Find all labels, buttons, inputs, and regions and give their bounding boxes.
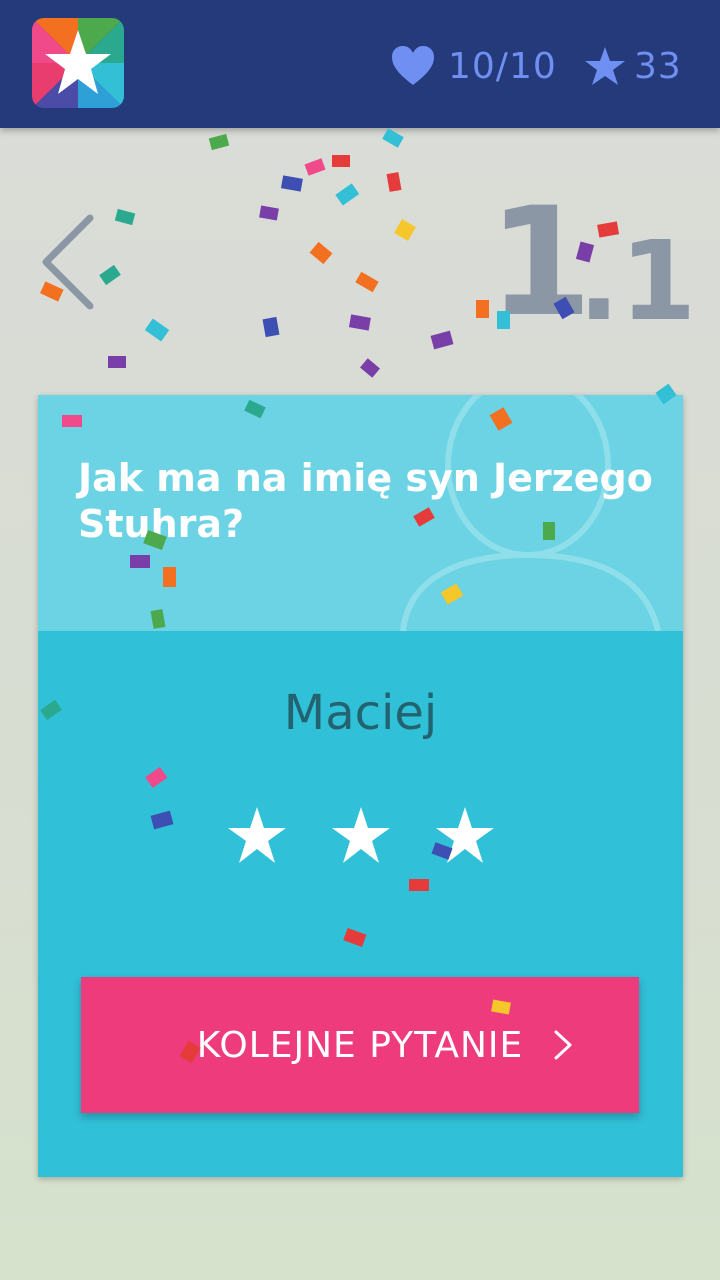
star-icon: [585, 47, 625, 85]
rating-star-icon: [227, 807, 286, 863]
question-text: Jak ma na imię syn Jerzego Stuhra?: [78, 456, 653, 546]
answer-text: Maciej: [283, 685, 438, 741]
rating-stars: [38, 805, 683, 867]
lives-value: 10/10: [448, 45, 557, 87]
level-sub-number: .1: [578, 217, 697, 345]
top-bar: 10/10 33: [0, 0, 720, 128]
lives-counter: 10/10: [390, 40, 557, 92]
rating-star-icon: [331, 807, 390, 863]
next-question-label: KOLEJNE PYTANIE: [196, 1024, 524, 1066]
app-logo: [32, 18, 124, 108]
level-number: 1: [488, 176, 593, 350]
stars-counter: 33: [584, 40, 682, 92]
app-logo-icon: [32, 18, 124, 108]
next-question-button[interactable]: KOLEJNE PYTANIE: [81, 977, 639, 1113]
heart-icon: [392, 46, 434, 85]
chevron-left-icon: [42, 214, 94, 310]
question-card: Jak ma na imię syn Jerzego Stuhra? Macie…: [38, 395, 683, 1177]
stars-value: 33: [634, 45, 682, 87]
chevron-right-icon: [554, 1030, 572, 1060]
back-button[interactable]: [40, 212, 100, 312]
question-panel: Jak ma na imię syn Jerzego Stuhra?: [38, 395, 683, 631]
rating-star-icon: [435, 807, 494, 863]
